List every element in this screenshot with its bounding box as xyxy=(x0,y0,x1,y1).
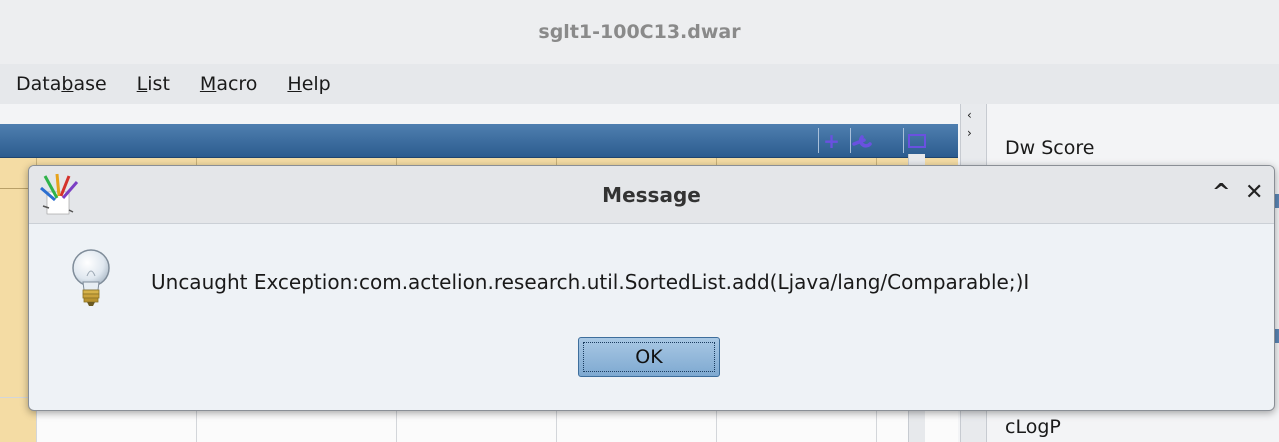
property-label-clogp: cLogP xyxy=(1005,416,1061,438)
property-label-dw-score: Dw Score xyxy=(1005,137,1095,159)
menu-macro[interactable]: Macro xyxy=(197,73,261,95)
dialog-title: Message xyxy=(602,182,701,207)
menu-list[interactable]: List xyxy=(134,73,173,95)
dialog-message: Uncaught Exception:com.actelion.research… xyxy=(151,270,1030,294)
window-title-bar: sglt1-100C13.dwar xyxy=(0,0,1279,64)
focus-ring xyxy=(583,342,715,372)
window-title: sglt1-100C13.dwar xyxy=(538,21,741,43)
dialog-title-bar[interactable]: Message ^ ✕ xyxy=(29,166,1274,224)
wrench-icon-glyph xyxy=(851,134,872,148)
add-icon[interactable]: + xyxy=(818,128,844,153)
maximize-icon[interactable]: ^ xyxy=(1212,180,1230,205)
maximize-view-icon[interactable] xyxy=(903,128,929,153)
collapse-left-icon[interactable]: ‹ xyxy=(967,108,972,122)
close-icon[interactable]: ✕ xyxy=(1245,180,1263,205)
dialog-body: Uncaught Exception:com.actelion.research… xyxy=(29,224,1274,410)
message-dialog: Message ^ ✕ Uncaught Exception:com.actel… xyxy=(28,165,1275,411)
ok-button[interactable]: OK xyxy=(578,337,720,377)
lightbulb-icon xyxy=(72,249,110,306)
collapse-right-icon[interactable]: › xyxy=(967,126,972,140)
table-toolbar: + xyxy=(0,124,958,158)
menu-database[interactable]: Database xyxy=(13,73,110,95)
menu-help[interactable]: Help xyxy=(284,73,333,95)
wrench-icon[interactable] xyxy=(850,128,876,153)
menu-bar: Database List Macro Help xyxy=(0,64,1279,104)
